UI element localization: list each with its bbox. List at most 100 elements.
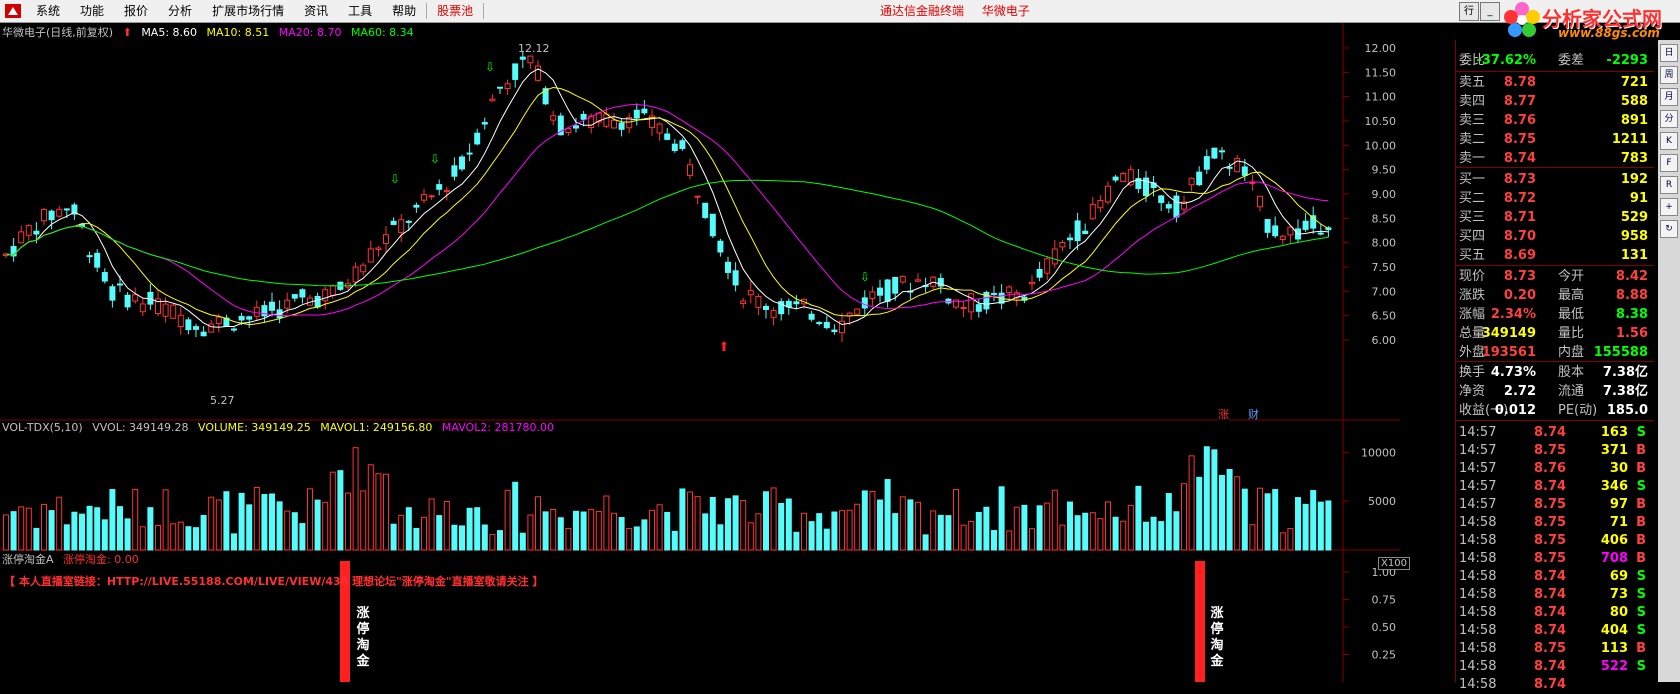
volume-bar — [421, 516, 427, 551]
side-tool-button[interactable]: 周 — [1660, 66, 1678, 84]
menu-extended-market[interactable]: 扩展市场行情 — [202, 0, 294, 22]
price-tick-label: 11.50 — [1365, 66, 1397, 79]
candle — [831, 329, 838, 333]
menu-quote[interactable]: 报价 — [114, 0, 158, 22]
side-tool-button[interactable]: 分 — [1660, 110, 1678, 128]
side-tool-button[interactable]: ↻ — [1660, 220, 1678, 238]
volume-bar — [162, 489, 169, 551]
tick-time: 14:57 — [1459, 479, 1497, 494]
menu-system[interactable]: 系统 — [26, 0, 70, 22]
stat-label: 今开 — [1558, 269, 1585, 284]
candle — [671, 143, 678, 152]
volume-bar — [899, 496, 906, 551]
tick-row[interactable]: 14:58 8.74 404 S — [1456, 621, 1654, 640]
menu-bar: 系统 功能 报价 分析 扩展市场行情 资讯 工具 帮助 股票池 通达信金融终端 … — [0, 0, 1680, 23]
volume-bar — [276, 501, 283, 551]
ask-row: 卖四 8.77 588 — [1456, 92, 1654, 111]
indicator-tick-label: 0.50 — [1372, 621, 1397, 634]
tick-side: B — [1636, 461, 1646, 476]
menu-function[interactable]: 功能 — [70, 0, 114, 22]
tick-row[interactable]: 14:58 8.75 113 B — [1456, 639, 1654, 658]
tick-row[interactable]: 14:58 8.74 73 S — [1456, 585, 1654, 604]
volume-bar — [1219, 474, 1225, 551]
volume-bar — [284, 510, 291, 551]
volume-bar — [1241, 488, 1248, 551]
ma5-value: MA5: 8.60 — [141, 26, 198, 39]
tick-price: 8.75 — [1534, 533, 1567, 548]
side-tool-button[interactable]: F — [1660, 154, 1678, 172]
volume-bar — [892, 513, 899, 551]
tick-row[interactable]: 14:57 8.76 30 B — [1456, 459, 1654, 478]
volume-bar — [649, 509, 655, 551]
candle — [580, 113, 587, 120]
candle — [497, 86, 503, 89]
mavol1-value: MAVOL1: 249156.80 — [320, 421, 433, 434]
fin-label: 换手 — [1459, 365, 1486, 380]
tick-row[interactable]: 14:57 8.75 97 B — [1456, 495, 1654, 514]
tick-row[interactable]: 14:58 8.74 522 S — [1456, 657, 1654, 676]
stat-value: 1.56 — [1615, 326, 1648, 341]
volume-bar — [907, 499, 914, 551]
tick-volume: 346 — [1600, 479, 1628, 494]
tick-side: B — [1636, 497, 1646, 512]
menu-analysis[interactable]: 分析 — [158, 0, 202, 22]
volume-bar — [360, 490, 367, 551]
bid-price: 8.71 — [1503, 210, 1536, 225]
ma20-value: MA20: 8.70 — [278, 26, 342, 39]
stat-row: 涨幅 2.34% 最低 8.38 — [1456, 305, 1654, 324]
tick-price: 8.75 — [1534, 443, 1567, 458]
tick-row[interactable]: 14:58 8.74 — [1456, 675, 1654, 694]
candle — [740, 300, 747, 305]
tick-row[interactable]: 14:58 8.75 406 B — [1456, 531, 1654, 550]
menu-help[interactable]: 帮助 — [382, 0, 426, 22]
candle — [284, 299, 291, 309]
candle — [291, 294, 298, 299]
candle — [193, 326, 199, 330]
tick-side: B — [1636, 443, 1646, 458]
candle — [1264, 219, 1271, 233]
menu-news[interactable]: 资讯 — [294, 0, 338, 22]
tick-volume: 708 — [1600, 551, 1628, 566]
finance-tag[interactable]: 财 — [1248, 406, 1259, 422]
side-tool-button[interactable]: 日 — [1660, 44, 1678, 62]
tick-row[interactable]: 14:57 8.75 371 B — [1456, 441, 1654, 460]
candle — [747, 290, 754, 296]
candle — [1044, 258, 1051, 274]
candle — [177, 314, 184, 328]
side-tool-button[interactable]: K — [1660, 132, 1678, 150]
indicator-tick-label: 0.75 — [1372, 594, 1397, 607]
tick-row[interactable]: 14:58 8.75 71 B — [1456, 513, 1654, 532]
candle — [1196, 171, 1203, 186]
tick-price: 8.74 — [1534, 605, 1567, 620]
tick-volume: 163 — [1600, 425, 1628, 440]
candle — [405, 220, 412, 223]
limit-up-tag[interactable]: 涨 — [1218, 406, 1229, 422]
menu-stock-pool[interactable]: 股票池 — [427, 0, 483, 22]
tick-price: 8.74 — [1534, 623, 1567, 638]
volume-bar — [595, 511, 602, 551]
ask-level-label: 卖三 — [1459, 113, 1486, 128]
side-tool-button[interactable]: R — [1660, 176, 1678, 194]
minimize-button[interactable]: _ — [1480, 2, 1500, 21]
tick-row[interactable]: 14:58 8.74 80 S — [1456, 603, 1654, 622]
truncated-menu-button[interactable]: 行 — [1459, 2, 1479, 21]
stat-value: 8.73 — [1503, 269, 1536, 284]
ask-row: 卖二 8.75 1211 — [1456, 130, 1654, 149]
volume-bar — [1257, 487, 1263, 551]
chart-area[interactable]: 12.00 11.50 11.00 10.50 10.00 9.50 9.00 8.50 8.0… — [0, 23, 1410, 682]
tick-row[interactable]: 14:58 8.74 69 S — [1456, 567, 1654, 586]
tick-row[interactable]: 14:57 8.74 163 S — [1456, 423, 1654, 442]
volume-bar — [1226, 469, 1233, 551]
volume-bar — [679, 488, 686, 551]
volume-bar — [869, 491, 876, 551]
volume-bar — [1181, 483, 1187, 551]
menu-tools[interactable]: 工具 — [338, 0, 382, 22]
candle — [1067, 237, 1073, 241]
price-chart-header: 华微电子(日线,前复权) ⬆ MA5: 8.60 MA10: 8.51 MA20… — [2, 24, 420, 40]
side-tool-button[interactable]: + — [1660, 198, 1678, 216]
stat-label: 现价 — [1459, 269, 1486, 284]
tick-row[interactable]: 14:57 8.74 346 S — [1456, 477, 1654, 496]
live-room-banner[interactable]: 【 本人直播室链接：HTTP://LIVE.55188.COM/LIVE/VIE… — [4, 573, 543, 589]
tick-row[interactable]: 14:58 8.75 708 B — [1456, 549, 1654, 568]
side-tool-button[interactable]: 月 — [1660, 88, 1678, 106]
